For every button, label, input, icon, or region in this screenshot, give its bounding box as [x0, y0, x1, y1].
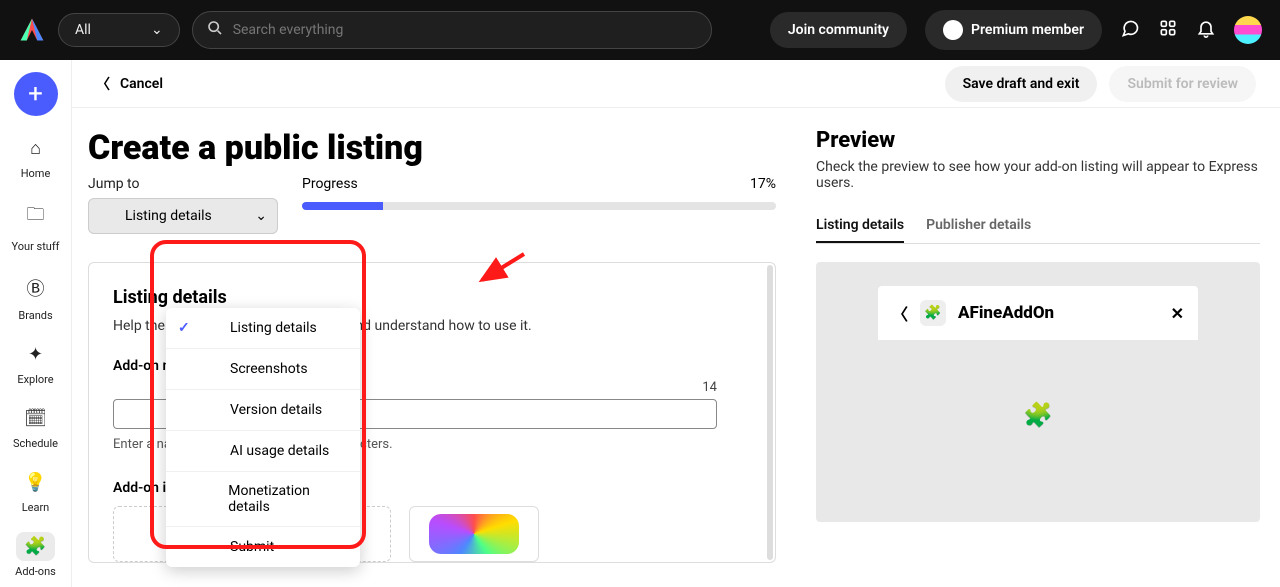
check-circle-icon [202, 401, 220, 419]
sub-header: 〈 Cancel Save draft and exit Submit for … [72, 60, 1280, 108]
submit-review-button: Submit for review [1109, 66, 1256, 102]
premium-icon: ★ [943, 20, 963, 40]
tab-publisher-details[interactable]: Publisher details [926, 209, 1031, 243]
brand-icon: Ⓑ [27, 279, 45, 300]
app-logo [18, 16, 46, 44]
jump-option-listing-details[interactable]: ✓Listing details [166, 308, 360, 349]
preview-heading: Preview [816, 128, 1260, 153]
plugin-icon: 🧩 [1023, 401, 1053, 429]
chat-icon[interactable] [1120, 18, 1140, 42]
chevron-left-icon: 〈 [96, 74, 110, 94]
progress-value: 17% [750, 176, 776, 192]
avatar[interactable] [1234, 16, 1262, 44]
category-select[interactable]: All ⌄ [58, 13, 180, 47]
compass-icon: ✦ [28, 344, 43, 365]
preview-sub: Check the preview to see how your add-on… [816, 159, 1260, 191]
preview-close-icon[interactable]: ✕ [1171, 304, 1184, 323]
sidebar-item-explore[interactable]: ✦Explore [0, 334, 71, 392]
category-select-label: All [75, 22, 91, 38]
calendar-icon: 🗓 [24, 408, 47, 429]
check-circle-icon [201, 490, 218, 508]
search-field[interactable] [192, 11, 712, 49]
plugin-icon: 🧩 [24, 536, 46, 557]
check-circle-icon [202, 360, 220, 378]
uploaded-icon-thumb [429, 514, 519, 554]
preview-panel: 〈 🧩 AFineAddOn ✕ 🧩 [816, 262, 1260, 522]
bell-icon[interactable] [1196, 18, 1216, 42]
jump-option-screenshots[interactable]: ✓Screenshots [166, 349, 360, 390]
home-icon: ⌂ [30, 138, 41, 159]
create-button[interactable]: + [14, 72, 58, 116]
page-title: Create a public listing [88, 128, 776, 168]
sidebar-item-home[interactable]: ⌂Home [0, 128, 71, 186]
checkmark-icon: ✓ [178, 320, 192, 336]
jump-to-dropdown: ✓Listing details ✓Screenshots ✓Version d… [166, 308, 360, 567]
sidebar-item-learn[interactable]: 💡Learn [0, 462, 71, 520]
premium-badge[interactable]: ★ Premium member [925, 10, 1102, 50]
save-draft-button[interactable]: Save draft and exit [945, 66, 1098, 102]
jump-to-select[interactable]: Listing details ⌄ [88, 198, 278, 234]
chevron-down-icon: ⌄ [255, 208, 267, 224]
progress-label: Progress [302, 176, 358, 192]
apps-icon[interactable] [1158, 18, 1178, 42]
jump-option-submit[interactable]: ✓Submit [166, 527, 360, 567]
jump-option-version-details[interactable]: ✓Version details [166, 390, 360, 431]
jump-to-label: Jump to [88, 176, 278, 192]
tab-listing-details[interactable]: Listing details [816, 209, 904, 243]
check-circle-icon [99, 207, 117, 225]
search-input[interactable] [233, 22, 697, 38]
jump-option-monetization[interactable]: ✓Monetization details [166, 472, 360, 527]
cancel-button[interactable]: 〈 Cancel [96, 74, 163, 94]
folder-icon: 🗀 [27, 204, 45, 225]
jump-option-ai-usage[interactable]: ✓AI usage details [166, 431, 360, 472]
chevron-down-icon: ⌄ [151, 22, 163, 38]
sidebar-item-your-stuff[interactable]: 🗀Your stuff [0, 192, 71, 259]
sidebar-item-brands[interactable]: ⒷBrands [0, 265, 71, 328]
icon-upload-slot-filled[interactable] [409, 506, 539, 562]
sidebar: + ⌂Home 🗀Your stuff ⒷBrands ✦Explore 🗓Sc… [0, 60, 72, 587]
sidebar-item-addons[interactable]: 🧩Add-ons [0, 526, 71, 584]
preview-tabs: Listing details Publisher details [816, 209, 1260, 244]
progress-bar [302, 202, 776, 210]
search-icon [207, 20, 223, 40]
sidebar-item-schedule[interactable]: 🗓Schedule [0, 398, 71, 456]
check-circle-icon [202, 538, 220, 556]
preview-card: 〈 🧩 AFineAddOn ✕ 🧩 [878, 286, 1198, 490]
preview-back-icon[interactable]: 〈 [892, 301, 908, 325]
check-circle-icon [202, 442, 220, 460]
lightbulb-icon: 💡 [24, 472, 46, 493]
check-circle-icon [202, 319, 220, 337]
listing-details-heading: Listing details [113, 287, 751, 308]
join-community-button[interactable]: Join community [770, 12, 907, 48]
preview-addon-badge: 🧩 [920, 300, 946, 326]
preview-addon-name: AFineAddOn [958, 303, 1159, 323]
top-bar: All ⌄ Join community ★ Premium member [0, 0, 1280, 60]
